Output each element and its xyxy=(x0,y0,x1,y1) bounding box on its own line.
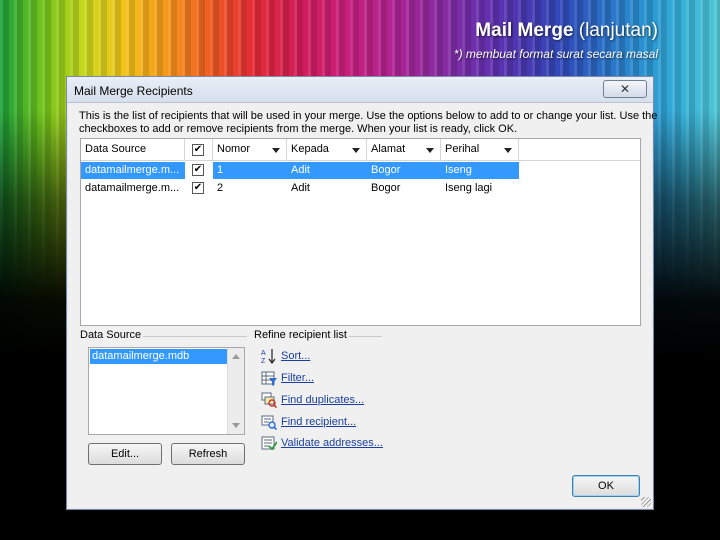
column-header-label: Nomor xyxy=(217,143,251,155)
column-header-label: Alamat xyxy=(371,143,406,155)
dropdown-arrow-icon[interactable] xyxy=(272,148,280,153)
sort-link[interactable]: Sort... xyxy=(281,350,310,362)
dropdown-arrow-icon[interactable] xyxy=(504,148,512,153)
column-header-nomor[interactable]: Nomor xyxy=(213,139,287,161)
find-duplicates-icon xyxy=(261,392,277,408)
ok-button[interactable]: OK xyxy=(572,475,640,497)
scroll-down-icon[interactable] xyxy=(232,423,240,428)
sort-az-icon: A Z xyxy=(261,349,276,364)
find-recipient-icon xyxy=(261,415,277,430)
grid-header: Data Source ✔ Nomor Kepada Alamat Periha… xyxy=(81,139,640,161)
cell-alamat: Bogor xyxy=(371,164,401,176)
column-header-label: Data Source xyxy=(85,143,147,155)
row-checkbox[interactable]: ✔ xyxy=(192,182,204,194)
cell-kepada: Adit xyxy=(291,164,310,176)
edit-button[interactable]: Edit... xyxy=(88,443,162,465)
cell-nomor: 2 xyxy=(217,182,224,194)
slide-subtitle: *) membuat format surat secara masal xyxy=(453,47,658,61)
cell-perihal: Iseng xyxy=(445,164,472,176)
dropdown-arrow-icon[interactable] xyxy=(352,148,360,153)
intro-line-2: checkboxes to add or remove recipients f… xyxy=(79,123,518,135)
column-header-data-source[interactable]: Data Source xyxy=(81,139,185,161)
dialog-titlebar[interactable]: Mail Merge Recipients ✕ xyxy=(67,77,653,103)
table-row[interactable]: datamailmerge.m... ✔ 1 Adit Bogor Iseng xyxy=(81,162,640,179)
column-header-kepada[interactable]: Kepada xyxy=(287,139,367,161)
intro-line-1: This is the list of recipients that will… xyxy=(79,110,658,122)
mail-merge-recipients-dialog: Mail Merge Recipients ✕ This is the list… xyxy=(66,76,658,510)
refresh-button[interactable]: Refresh xyxy=(171,443,245,465)
row-checkbox[interactable]: ✔ xyxy=(192,164,204,176)
data-source-list[interactable]: datamailmerge.mdb xyxy=(88,347,245,435)
column-header-label: Kepada xyxy=(291,143,329,155)
intro-text: This is the list of recipients that will… xyxy=(79,110,658,136)
cell-nomor: 1 xyxy=(217,164,224,176)
resize-grip[interactable] xyxy=(641,497,651,507)
data-source-group-label: Data Source xyxy=(78,329,144,341)
find-recipient-link[interactable]: Find recipient... xyxy=(281,416,356,428)
filter-icon xyxy=(261,371,277,386)
slide-title: Mail Merge (lanjutan) xyxy=(475,20,658,42)
slide-title-rest: (lanjutan) xyxy=(573,20,658,41)
close-button[interactable]: ✕ xyxy=(603,80,647,98)
cell-kepada: Adit xyxy=(291,182,310,194)
data-source-scrollbar[interactable] xyxy=(227,348,244,434)
recipient-grid[interactable]: Data Source ✔ Nomor Kepada Alamat Periha… xyxy=(80,138,641,326)
table-row[interactable]: datamailmerge.m... ✔ 2 Adit Bogor Iseng … xyxy=(81,180,640,197)
column-header-alamat[interactable]: Alamat xyxy=(367,139,441,161)
list-item[interactable]: datamailmerge.mdb xyxy=(90,349,228,364)
filter-link[interactable]: Filter... xyxy=(281,372,314,384)
column-header-perihal[interactable]: Perihal xyxy=(441,139,519,161)
dropdown-arrow-icon[interactable] xyxy=(426,148,434,153)
svg-text:A: A xyxy=(261,350,266,357)
column-header-select-all[interactable]: ✔ xyxy=(185,139,213,161)
refine-group-label: Refine recipient list xyxy=(252,329,349,341)
scroll-up-icon[interactable] xyxy=(232,354,240,359)
find-duplicates-link[interactable]: Find duplicates... xyxy=(281,394,364,406)
dialog-title: Mail Merge Recipients xyxy=(74,84,193,98)
row-selection-highlight xyxy=(213,162,519,179)
validate-addresses-link[interactable]: Validate addresses... xyxy=(281,437,383,449)
cell-perihal: Iseng lagi xyxy=(445,182,493,194)
cell-alamat: Bogor xyxy=(371,182,401,194)
cell-data-source: datamailmerge.m... xyxy=(85,164,180,176)
select-all-checkbox[interactable]: ✔ xyxy=(192,144,204,156)
validate-addresses-icon xyxy=(261,436,277,451)
slide-title-bold: Mail Merge xyxy=(475,20,574,41)
column-header-label: Perihal xyxy=(445,143,480,155)
cell-data-source: datamailmerge.m... xyxy=(85,182,180,194)
svg-text:Z: Z xyxy=(261,358,266,364)
